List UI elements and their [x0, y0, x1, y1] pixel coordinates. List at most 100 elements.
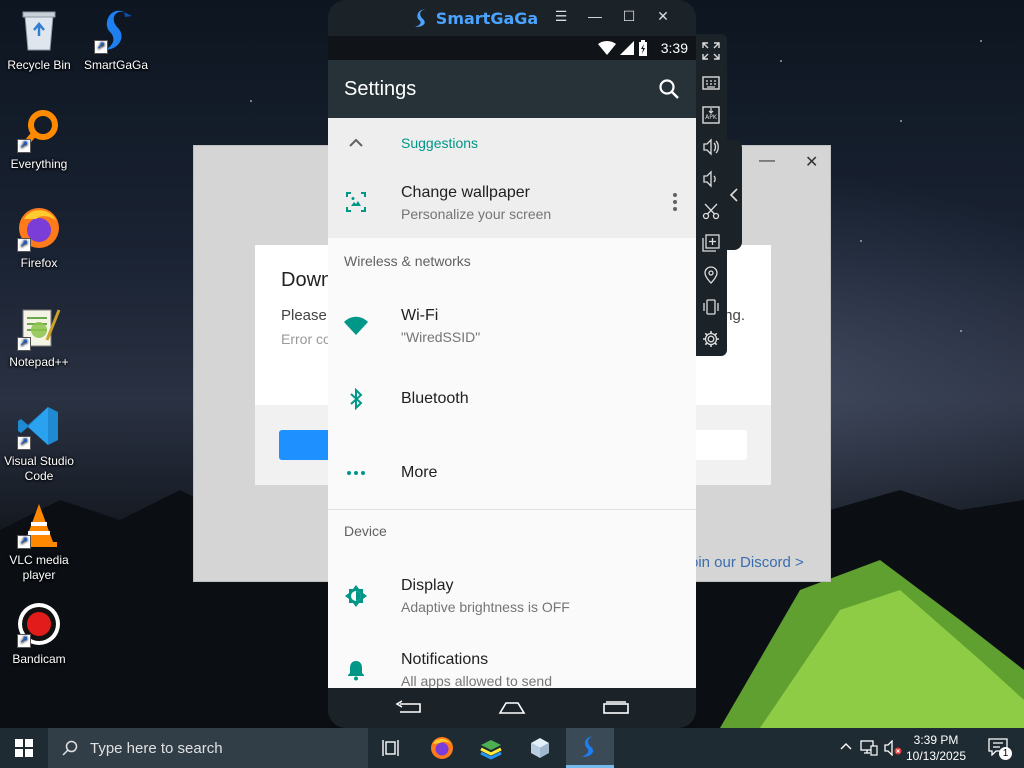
desktop-icon-label: Everything: [10, 157, 68, 171]
item-title: Notifications: [401, 651, 489, 668]
taskbar-firefox[interactable]: [418, 728, 466, 768]
item-subtitle: All apps allowed to send: [401, 673, 552, 688]
search-icon[interactable]: [658, 78, 680, 100]
volume-up-button[interactable]: [700, 136, 722, 158]
item-title: Wi-Fi: [401, 307, 439, 324]
suggestions-label: Suggestions: [401, 135, 479, 151]
bluetooth-icon: [350, 387, 363, 411]
menu-icon[interactable]: ☰: [554, 8, 568, 25]
home-icon[interactable]: [498, 702, 526, 714]
settings-item-change-wallpaper[interactable]: Change wallpaper Personalize your screen: [328, 168, 696, 238]
vibrate-icon: [703, 299, 719, 315]
search-icon: [62, 740, 78, 756]
desktop-icon-label: SmartGaGa: [83, 58, 149, 72]
desktop-icon-notepad-plus-plus[interactable]: ↗ Notepad++: [1, 303, 77, 370]
more-vert-icon[interactable]: [672, 192, 678, 212]
desktop-icon-label: Visual Studio Code: [4, 454, 74, 483]
desktop-icon-visual-studio-code[interactable]: ↗ Visual Studio Code: [1, 402, 77, 484]
gear-icon: [703, 331, 719, 347]
desktop-icon-recycle-bin[interactable]: Recycle Bin: [1, 6, 77, 73]
bell-icon: [348, 661, 364, 681]
suggestions-header[interactable]: Suggestions: [328, 118, 696, 168]
layers-app-icon: [480, 740, 502, 760]
item-subtitle: Personalize your screen: [401, 206, 552, 222]
task-view-button[interactable]: [368, 728, 416, 768]
location-button[interactable]: [700, 264, 722, 286]
item-title: Display: [401, 577, 454, 594]
windows-taskbar: Type here to search 3:39 PM 10/13/2025 1: [0, 728, 1024, 768]
keyboard-icon: [702, 76, 720, 90]
close-button[interactable]: ✕: [656, 8, 670, 25]
desktop-icon-smartgaga[interactable]: ↗ SmartGaGa: [78, 6, 154, 73]
discord-link[interactable]: oin our Discord >: [690, 554, 804, 571]
minimize-button[interactable]: —: [588, 8, 602, 25]
desktop-icon-bandicam[interactable]: ↗ Bandicam: [1, 600, 77, 667]
shake-button[interactable]: [700, 296, 722, 318]
android-nav-bar: [328, 688, 696, 728]
network-icon[interactable]: [860, 740, 878, 756]
close-button[interactable]: ✕: [805, 152, 818, 172]
desktop-icon-label: Notepad++: [9, 355, 69, 369]
dialog-title: Down: [281, 269, 333, 291]
desktop-icon-label: Bandicam: [12, 652, 66, 666]
keyboard-button[interactable]: [700, 72, 722, 94]
settings-item-notifications[interactable]: Notifications All apps allowed to send: [328, 632, 696, 688]
shortcut-arrow-icon: ↗: [17, 337, 31, 351]
item-title: Bluetooth: [401, 390, 469, 407]
smartgaga-emulator-window: SmartGaGa ☰ — ☐ ✕ 3:39 Settings Suggesti…: [328, 0, 696, 728]
magnifier-icon: ↗: [15, 105, 63, 153]
notification-center-button[interactable]: 1: [988, 738, 1012, 760]
vlc-cone-icon: ↗: [15, 501, 63, 549]
scissors-icon: [702, 203, 720, 220]
recycle-bin-icon: [15, 6, 63, 54]
taskbar-bluestacks[interactable]: [467, 728, 515, 768]
shortcut-arrow-icon: ↗: [17, 238, 31, 252]
emulator-titlebar[interactable]: SmartGaGa ☰ — ☐ ✕: [328, 0, 696, 36]
clock-date: 10/13/2025: [905, 749, 967, 763]
star: [960, 330, 962, 332]
settings-item-display[interactable]: Display Adaptive brightness is OFF: [328, 558, 696, 632]
speaker-muted-icon[interactable]: [884, 740, 902, 756]
multi-instance-button[interactable]: [700, 232, 722, 254]
star: [780, 60, 782, 62]
star: [250, 100, 252, 102]
firefox-icon: [431, 737, 453, 759]
taskbar-smartgaga[interactable]: [566, 728, 614, 768]
taskbar-search-box[interactable]: Type here to search: [48, 728, 368, 768]
maximize-button[interactable]: ☐: [622, 8, 636, 25]
back-icon[interactable]: [394, 700, 424, 716]
taskbar-cube-app[interactable]: [516, 728, 564, 768]
location-pin-icon: [704, 266, 718, 284]
settings-item-bluetooth[interactable]: Bluetooth: [328, 362, 696, 436]
settings-item-more[interactable]: More: [328, 436, 696, 510]
wallpaper-icon: [346, 192, 366, 212]
desktop-icon-everything[interactable]: ↗ Everything: [1, 105, 77, 172]
windows-logo-icon: [15, 739, 33, 757]
item-title: More: [401, 464, 438, 481]
screenshot-button[interactable]: [700, 200, 722, 222]
toolbar-collapse-tab[interactable]: [726, 140, 742, 250]
fullscreen-icon: [702, 42, 720, 60]
desktop-icon-firefox[interactable]: ↗ Firefox: [1, 204, 77, 271]
chevron-up-icon[interactable]: [840, 742, 852, 750]
settings-button[interactable]: [700, 328, 722, 350]
settings-item-wifi[interactable]: Wi-Fi "WiredSSID": [328, 288, 696, 362]
volume-down-button[interactable]: [700, 168, 722, 190]
desktop-icon-vlc[interactable]: ↗ VLC media player: [1, 501, 77, 583]
wifi-signal-icon: [598, 41, 616, 55]
shortcut-arrow-icon: ↗: [17, 139, 31, 153]
battery-charging-icon: [639, 40, 647, 56]
desktop-icon-label: Firefox: [20, 256, 58, 270]
star: [860, 240, 862, 242]
recents-icon[interactable]: [602, 701, 630, 715]
fullscreen-button[interactable]: [700, 40, 722, 62]
settings-app-bar: Settings: [328, 60, 696, 118]
smartgaga-swan-icon: [414, 9, 426, 27]
section-header-wireless: Wireless & networks: [344, 253, 471, 269]
taskbar-clock[interactable]: 3:39 PM 10/13/2025: [904, 732, 968, 764]
item-subtitle: "WiredSSID": [401, 329, 481, 345]
add-window-icon: [702, 234, 720, 252]
minimize-button[interactable]: —: [759, 152, 775, 170]
install-apk-button[interactable]: APK: [700, 104, 722, 126]
start-button[interactable]: [0, 728, 48, 768]
